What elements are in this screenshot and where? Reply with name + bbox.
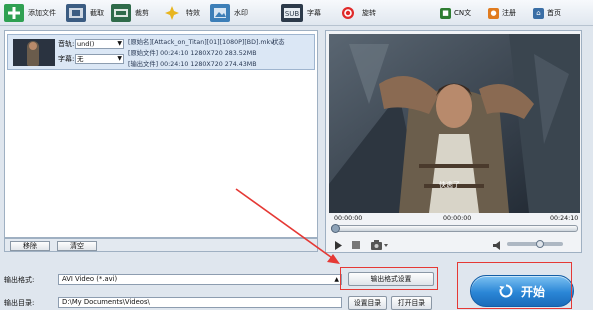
app-window: 添加文件 截取 裁剪 特效 水印 SUB 字幕 旋转 ■ CN文 ● 注册 ⌂ … <box>0 0 593 310</box>
annotation-arrow <box>235 188 340 264</box>
